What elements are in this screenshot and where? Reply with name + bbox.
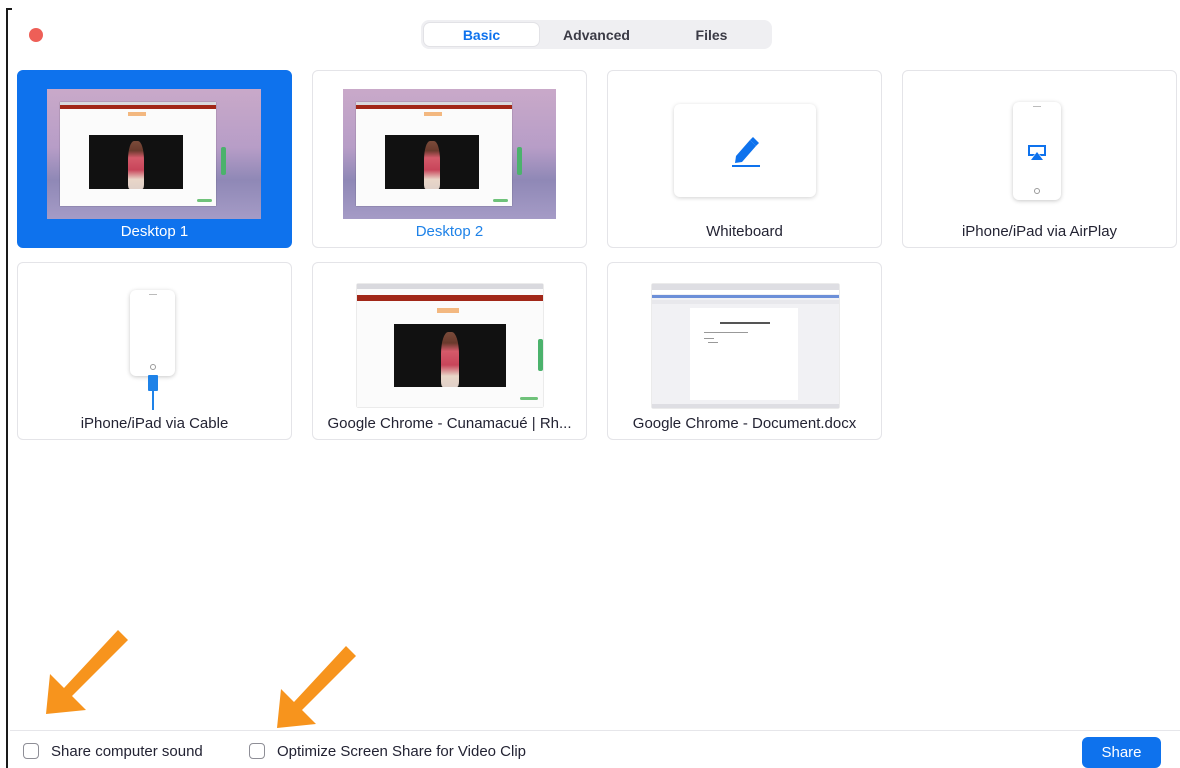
tile-label: Desktop 1: [120, 223, 189, 240]
share-tile-cable[interactable]: iPhone/iPad via Cable: [17, 262, 292, 440]
optimize-video-option[interactable]: Optimize Screen Share for Video Clip: [249, 740, 526, 762]
desktop-thumbnail: [47, 89, 261, 219]
share-tile-airplay[interactable]: iPhone/iPad via AirPlay: [902, 70, 1177, 248]
tile-label: iPhone/iPad via AirPlay: [961, 223, 1118, 240]
document-window-thumbnail: [652, 284, 839, 408]
airplay-icon: [1028, 145, 1046, 160]
whiteboard-preview: [674, 104, 816, 197]
tab-advanced[interactable]: Advanced: [539, 23, 654, 46]
optimize-video-label: Optimize Screen Share for Video Clip: [277, 742, 527, 760]
close-window-button[interactable]: [29, 28, 43, 42]
browser-window-thumbnail: [357, 284, 543, 407]
share-button[interactable]: Share: [1082, 737, 1161, 768]
share-tile-chrome-cunamacue[interactable]: Google Chrome - Cunamacué | Rh...: [312, 262, 587, 440]
share-tile-desktop-1[interactable]: Desktop 1: [17, 70, 292, 248]
cable-icon: [148, 375, 158, 410]
share-computer-sound-option[interactable]: Share computer sound: [23, 740, 203, 762]
annotation-arrow-icon: [46, 630, 128, 714]
phone-preview: [130, 290, 175, 376]
share-tabs: Basic Advanced Files: [421, 20, 772, 49]
share-tile-chrome-document[interactable]: Google Chrome - Document.docx: [607, 262, 882, 440]
optimize-video-checkbox[interactable]: [249, 743, 265, 759]
share-computer-sound-checkbox[interactable]: [23, 743, 39, 759]
tile-label: Desktop 2: [415, 223, 484, 240]
tile-label: Whiteboard: [706, 223, 783, 240]
tab-files[interactable]: Files: [654, 23, 769, 46]
tile-label: iPhone/iPad via Cable: [80, 415, 229, 432]
footer-divider: [10, 730, 1180, 731]
pencil-icon: [732, 137, 760, 167]
desktop-thumbnail: [343, 89, 556, 219]
tab-basic[interactable]: Basic: [424, 23, 539, 46]
tile-label: Google Chrome - Document.docx: [632, 415, 857, 432]
phone-preview: [1013, 102, 1061, 200]
tile-label: Google Chrome - Cunamacué | Rh...: [327, 415, 572, 432]
share-computer-sound-label: Share computer sound: [51, 742, 203, 760]
share-tile-whiteboard[interactable]: Whiteboard: [607, 70, 882, 248]
annotation-arrow-icon: [277, 646, 356, 728]
window-edge: [6, 8, 8, 768]
window-edge-corner: [6, 8, 12, 10]
share-tile-desktop-2[interactable]: Desktop 2: [312, 70, 587, 248]
